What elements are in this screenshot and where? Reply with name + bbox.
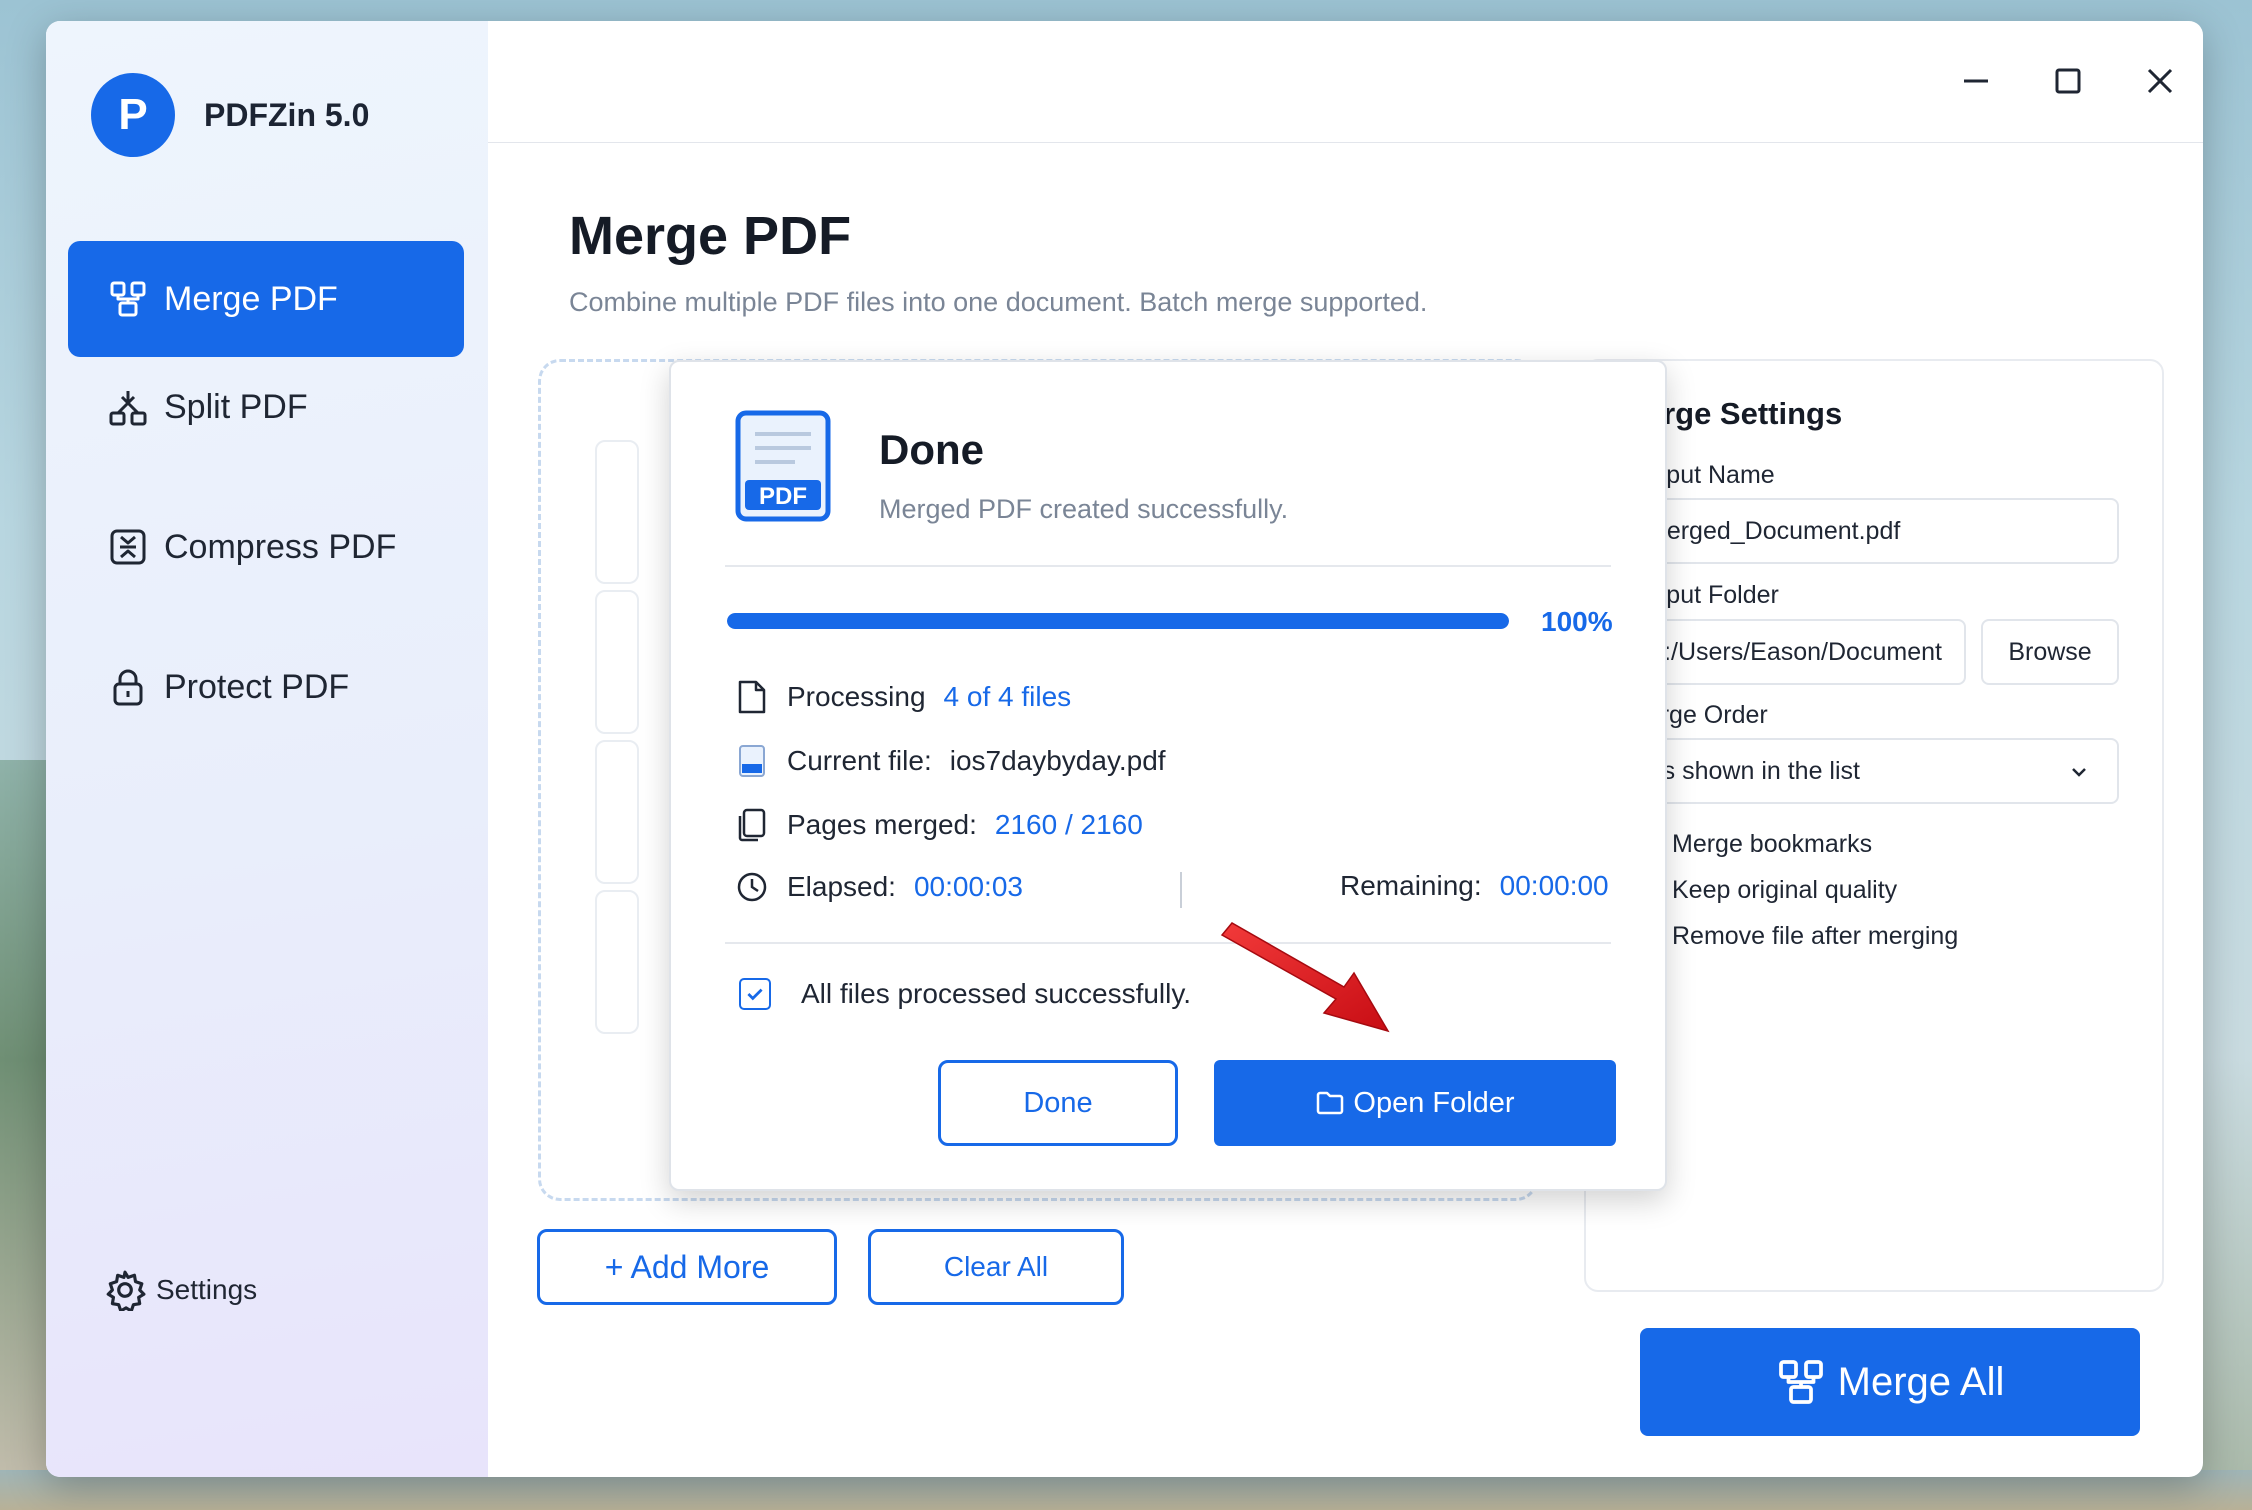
file-list-item [595, 590, 639, 734]
stats-divider [1180, 872, 1182, 908]
chevron-down-icon [2072, 768, 2086, 777]
current-file-label: Current file: [787, 745, 932, 776]
remaining-label: Remaining: [1340, 870, 1482, 901]
elapsed-row: Elapsed: 00:00:03 [737, 870, 1023, 904]
remaining-row: Remaining: 00:00:00 [1340, 870, 1609, 902]
clock-icon [737, 872, 767, 902]
maximize-icon [2055, 68, 2081, 94]
check-icon [739, 978, 771, 1010]
merge-all-button[interactable]: Merge All [1640, 1328, 2140, 1436]
progress-percent: 100% [1541, 606, 1613, 637]
pdf-icon-text: PDF [759, 483, 807, 510]
close-icon [2147, 68, 2173, 94]
progress-bar [727, 613, 1509, 629]
merge-bookmarks-label: Merge bookmarks [1672, 829, 1873, 858]
success-status: All files processed successfully. [739, 978, 1191, 1010]
page-title: Merge PDF [569, 206, 852, 266]
merge-icon [108, 279, 148, 319]
current-file-value: ios7daybyday.pdf [949, 745, 1166, 776]
remove-file-option[interactable]: Remove file after merging [1622, 921, 1958, 951]
pages-merged-label: Pages merged: [787, 809, 977, 840]
remove-file-label: Remove file after merging [1672, 921, 1959, 950]
processing-value: 4 of 4 files [943, 681, 1072, 712]
settings-label: Settings [156, 1274, 258, 1305]
file-list-item [595, 440, 639, 584]
output-name-field[interactable]: Merged_Document.pdf [1622, 498, 2119, 564]
add-more-button[interactable]: + Add More [537, 1229, 837, 1305]
file-list-item [595, 740, 639, 884]
compress-icon [108, 527, 148, 567]
lock-icon [108, 667, 148, 707]
output-folder-value: C:/Users/Eason/Document [1646, 637, 1942, 666]
pages-merged-row: Pages merged: 2160 / 2160 [737, 808, 1143, 842]
processing-row: Processing 4 of 4 files [737, 680, 1071, 714]
merge-order-value: As shown in the list [1646, 756, 1860, 785]
merge-icon [1778, 1360, 1823, 1404]
settings-button[interactable]: Settings [104, 1269, 257, 1311]
sidebar-item-split-pdf[interactable]: Split PDF [68, 349, 464, 465]
processing-label: Processing [787, 681, 926, 712]
sidebar: P PDFZin 5.0 Merge PDF Split PDF Compres… [46, 21, 488, 1477]
merge-all-label: Merge All [1837, 1359, 2005, 1404]
sidebar-item-label: Split PDF [164, 387, 308, 426]
done-dialog: PDF Done Merged PDF created successfully… [669, 360, 1667, 1191]
done-button[interactable]: Done [938, 1060, 1178, 1146]
open-folder-label: Open Folder [1353, 1086, 1515, 1119]
annotation-arrow-icon [1220, 922, 1390, 1033]
remaining-value: 00:00:00 [1499, 870, 1609, 901]
output-folder-field[interactable]: C:/Users/Eason/Document [1622, 619, 1966, 685]
sidebar-item-label: Merge PDF [164, 279, 338, 318]
dialog-title: Done [879, 426, 984, 473]
merge-order-select[interactable]: As shown in the list [1622, 738, 2119, 804]
pages-merged-value: 2160 / 2160 [994, 809, 1143, 840]
keep-quality-label: Keep original quality [1672, 875, 1898, 904]
dialog-message: Merged PDF created successfully. [879, 494, 1289, 524]
output-name-value: Merged_Document.pdf [1646, 516, 1901, 545]
pdf-file-icon: PDF [735, 410, 831, 522]
dialog-divider [725, 565, 1611, 567]
dialog-divider [725, 942, 1611, 944]
progress-bar-fill [727, 613, 1509, 629]
page-subtitle: Combine multiple PDF files into one docu… [569, 287, 1428, 317]
split-icon [108, 387, 148, 427]
close-button[interactable] [2140, 61, 2180, 101]
elapsed-label: Elapsed: [787, 871, 896, 902]
minimize-icon [1964, 79, 1988, 83]
pages-icon [738, 808, 766, 842]
folder-icon [1317, 1091, 1344, 1115]
success-message: All files processed successfully. [801, 978, 1192, 1009]
sidebar-item-label: Compress PDF [164, 527, 397, 566]
minimize-button[interactable] [1956, 61, 1996, 101]
clear-all-button[interactable]: Clear All [868, 1229, 1124, 1305]
app-logo: P [91, 73, 175, 157]
browse-button[interactable]: Browse [1981, 619, 2119, 685]
elapsed-value: 00:00:03 [913, 871, 1023, 902]
app-title: PDFZin 5.0 [204, 97, 370, 133]
gear-icon [106, 1270, 146, 1311]
sidebar-item-protect-pdf[interactable]: Protect PDF [68, 629, 464, 745]
sidebar-item-label: Protect PDF [164, 667, 350, 706]
file-icon [738, 680, 766, 714]
app-window: P PDFZin 5.0 Merge PDF Split PDF Compres… [46, 21, 2203, 1477]
sidebar-item-merge-pdf[interactable]: Merge PDF [68, 241, 464, 357]
open-folder-button[interactable]: Open Folder [1214, 1060, 1616, 1146]
file-list-item [595, 890, 639, 1034]
current-file-row: Current file: ios7daybyday.pdf [737, 744, 1166, 778]
titlebar-divider [488, 142, 2203, 143]
maximize-button[interactable] [2048, 61, 2088, 101]
pdf-small-icon [739, 745, 765, 777]
sidebar-item-compress-pdf[interactable]: Compress PDF [68, 489, 464, 605]
